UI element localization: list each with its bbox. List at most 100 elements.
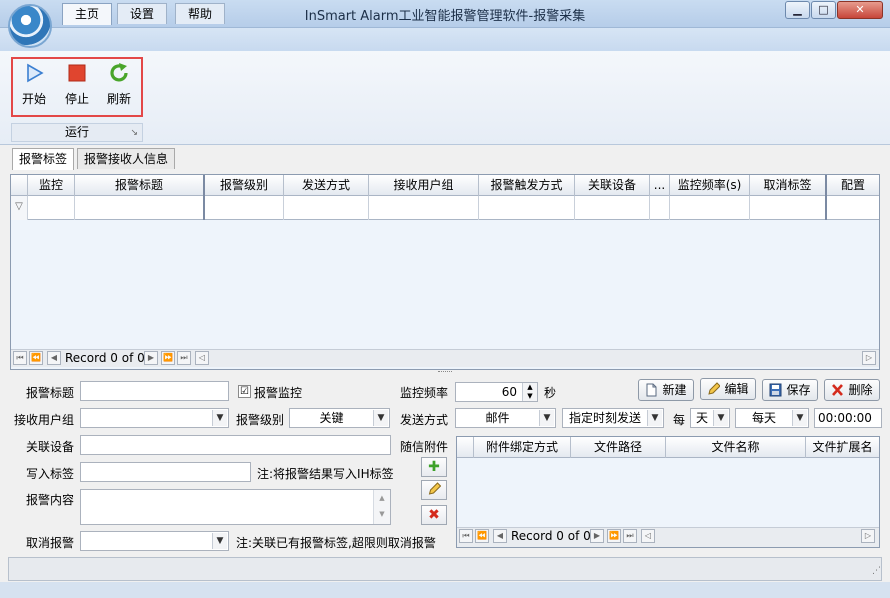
filter-cell[interactable] xyxy=(479,196,575,220)
recv-group-label: 接收用户组 xyxy=(14,413,75,427)
column-header-more[interactable]: ... xyxy=(650,175,670,196)
first-record-icon[interactable]: ⏮ xyxy=(13,351,27,365)
column-header-alarm-level[interactable]: 报警级别 xyxy=(205,175,284,196)
related-device-input[interactable] xyxy=(80,435,391,455)
tab-alarm-recipients[interactable]: 报警接收人信息 xyxy=(77,148,176,169)
prev-page-icon[interactable]: ⏪ xyxy=(475,529,489,543)
pencil-icon xyxy=(428,482,442,495)
minimize-button[interactable]: ▁ xyxy=(785,1,810,19)
filter-cell[interactable] xyxy=(205,196,284,220)
column-header-monitor-freq[interactable]: 监控频率(s) xyxy=(670,175,750,196)
start-label: 开始 xyxy=(21,92,46,106)
scroll-left-icon[interactable]: ◁ xyxy=(641,529,655,543)
day-unit-dropdown[interactable]: 天 ▼ xyxy=(690,408,730,428)
record-counter: Record 0 of 0 xyxy=(65,351,145,365)
column-header-file-name[interactable]: 文件名称 xyxy=(666,437,806,458)
app-logo-icon[interactable] xyxy=(8,4,52,48)
column-header-file-path[interactable]: 文件路径 xyxy=(571,437,666,458)
textarea-scrollbar[interactable]: ▲ ▼ xyxy=(373,490,390,524)
spinner-arrows-icon[interactable]: ▲ ▼ xyxy=(522,383,537,401)
ribbon-tab-home[interactable]: 主页 xyxy=(62,3,113,25)
send-method-label: 发送方式 xyxy=(400,413,449,427)
filter-cell[interactable] xyxy=(827,196,879,220)
start-button[interactable]: 开始 xyxy=(15,60,53,114)
edit-attachment-icon[interactable] xyxy=(421,480,447,500)
last-record-icon[interactable]: ⏭ xyxy=(177,351,191,365)
scroll-right-icon[interactable]: ▷ xyxy=(861,529,875,543)
filter-icon[interactable]: ▽ xyxy=(11,196,28,220)
column-header-related-device[interactable]: 关联设备 xyxy=(575,175,650,196)
filter-cell[interactable] xyxy=(28,196,75,220)
new-button[interactable]: 新建 xyxy=(638,379,694,401)
ribbon-tab-help[interactable]: 帮助 xyxy=(175,3,226,24)
filter-cell[interactable] xyxy=(75,196,205,220)
edit-button[interactable]: 编辑 xyxy=(700,378,756,400)
column-header-alarm-title[interactable]: 报警标题 xyxy=(75,175,205,196)
grid-body[interactable] xyxy=(11,221,879,349)
send-method-dropdown[interactable]: 邮件 ▼ xyxy=(455,408,556,428)
write-tag-input[interactable] xyxy=(80,462,251,482)
every-day-dropdown[interactable]: 每天 ▼ xyxy=(735,408,809,428)
alarm-level-dropdown[interactable]: 关键 ▼ xyxy=(289,408,390,428)
column-header-trigger-method[interactable]: 报警触发方式 xyxy=(479,175,575,196)
grid-filter-row[interactable]: ▽ xyxy=(11,196,879,220)
save-button-label: 保存 xyxy=(786,383,811,397)
close-button[interactable]: ✕ xyxy=(837,1,883,19)
resize-grip-icon[interactable]: ⋰ xyxy=(872,566,881,576)
column-header-recv-group[interactable]: 接收用户组 xyxy=(369,175,479,196)
filter-cell[interactable] xyxy=(284,196,369,220)
time-input[interactable]: 00:00:00 xyxy=(814,408,882,428)
grid-corner xyxy=(11,175,28,196)
next-page-icon[interactable]: ⏩ xyxy=(607,529,621,543)
column-header-file-ext[interactable]: 文件扩展名 xyxy=(806,437,879,458)
monitor-freq-unit: 秒 xyxy=(544,386,557,400)
prev-record-icon[interactable]: ◀ xyxy=(493,529,507,543)
stop-icon xyxy=(68,64,86,82)
splitter-handle[interactable] xyxy=(438,371,452,374)
prev-record-icon[interactable]: ◀ xyxy=(47,351,61,365)
tab-alarm-tags[interactable]: 报警标签 xyxy=(12,148,75,170)
column-header-send-method[interactable]: 发送方式 xyxy=(284,175,369,196)
column-header-cancel-tag[interactable]: 取消标签 xyxy=(750,175,827,196)
scroll-left-icon[interactable]: ◁ xyxy=(195,351,209,365)
filter-cell[interactable] xyxy=(369,196,479,220)
alarm-monitor-checkbox[interactable]: ☑ xyxy=(238,385,251,398)
stop-button[interactable]: 停止 xyxy=(58,60,96,114)
every-label: 每 xyxy=(673,413,686,427)
column-header-config[interactable]: 配置 xyxy=(827,175,879,196)
schedule-dropdown[interactable]: 指定时刻发送 ▼ xyxy=(562,408,664,428)
prev-page-icon[interactable]: ⏪ xyxy=(29,351,43,365)
dialog-launcher-icon[interactable]: ↘ xyxy=(130,125,138,142)
alarm-level-label: 报警级别 xyxy=(236,413,285,427)
refresh-button[interactable]: 刷新 xyxy=(100,60,138,114)
ribbon-tab-settings[interactable]: 设置 xyxy=(117,3,168,24)
column-header-monitor[interactable]: 监控 xyxy=(28,175,75,196)
first-record-icon[interactable]: ⏮ xyxy=(459,529,473,543)
next-record-icon[interactable]: ▶ xyxy=(590,529,604,543)
delete-button[interactable]: 删除 xyxy=(824,379,880,401)
last-record-icon[interactable]: ⏭ xyxy=(623,529,637,543)
save-button[interactable]: 保存 xyxy=(762,379,818,401)
cancel-alarm-dropdown[interactable]: ▼ xyxy=(80,531,229,551)
chevron-down-icon: ▼ xyxy=(713,410,728,426)
next-record-icon[interactable]: ▶ xyxy=(144,351,158,365)
chevron-down-icon: ▼ xyxy=(647,410,662,426)
chevron-down-icon: ▼ xyxy=(212,410,227,426)
next-page-icon[interactable]: ⏩ xyxy=(161,351,175,365)
alarm-content-textarea[interactable] xyxy=(80,489,391,525)
remove-attachment-icon[interactable]: ✖ xyxy=(421,505,447,525)
chevron-down-icon: ▼ xyxy=(792,410,807,426)
add-attachment-icon[interactable]: ✚ xyxy=(421,457,447,477)
filter-cell[interactable] xyxy=(670,196,750,220)
column-header-bind-method[interactable]: 附件绑定方式 xyxy=(474,437,571,458)
attachment-grid-body[interactable] xyxy=(457,459,879,527)
filter-cell[interactable] xyxy=(575,196,650,220)
filter-cell[interactable] xyxy=(750,196,827,220)
filter-cell[interactable] xyxy=(650,196,670,220)
status-bar xyxy=(8,557,882,581)
alarm-title-input[interactable] xyxy=(80,381,229,401)
scroll-right-icon[interactable]: ▷ xyxy=(862,351,876,365)
recv-group-dropdown[interactable]: ▼ xyxy=(80,408,229,428)
chevron-down-icon: ▼ xyxy=(539,410,554,426)
maximize-button[interactable]: □ xyxy=(811,1,836,19)
